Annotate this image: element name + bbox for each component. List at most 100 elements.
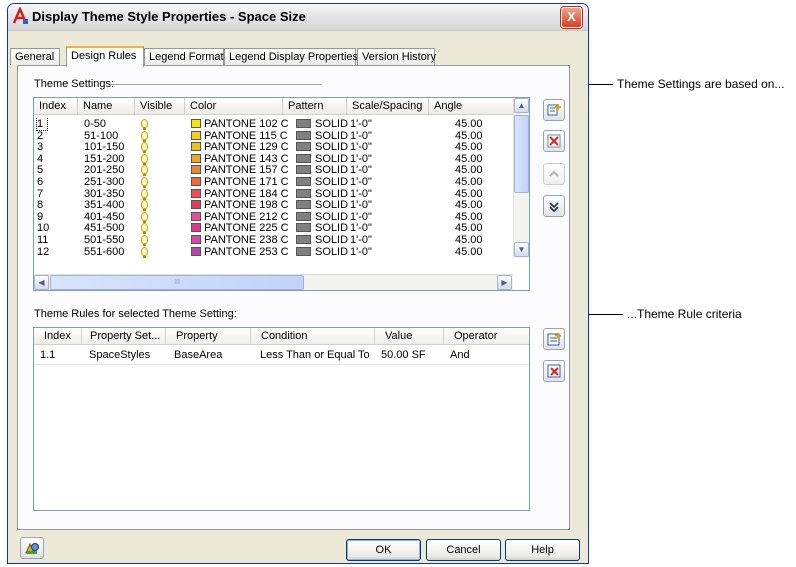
theme-rules-divider [226,314,234,315]
theme-setting-row[interactable]: 10 451-500 PANTONE 225 C SOLID 1'-0" 45.00 [34,222,515,235]
theme-rules-label: Theme Rules for selected Theme Setting: [34,308,237,320]
scroll-down-arrow[interactable]: ▼ [514,242,529,257]
color-swatch [191,200,201,210]
add-theme-setting-button[interactable] [543,99,565,121]
title-bar[interactable]: Display Theme Style Properties - Space S… [8,4,588,31]
theme-setting-row[interactable]: 9 401-450 PANTONE 212 C SOLID 1'-0" 45.00 [34,211,515,223]
column-header-color[interactable]: Color [185,98,283,115]
column-header-value[interactable]: Value [375,328,444,345]
visible-bulb-icon [141,142,148,154]
theme-setting-row[interactable]: 8 351-400 PANTONE 198 C SOLID 1'-0" 45.00 [34,199,515,212]
row-scale: 1'-0" [350,176,372,188]
theme-setting-row[interactable]: 6 251-300 PANTONE 171 C SOLID 1'-0" 45.00 [34,176,515,188]
row-color-name: PANTONE 171 C [204,176,289,188]
hscroll-thumb[interactable]: III [50,275,304,290]
color-swatch [191,153,201,163]
theme-setting-row[interactable]: 7 301-350 PANTONE 184 C SOLID 1'-0" 45.00 [34,188,515,200]
row-index: 1 [35,118,49,131]
row-pattern: SOLID [315,152,349,165]
row-scale: 1'-0" [350,187,372,200]
column-header-property[interactable]: Property [166,328,251,345]
move-up-button[interactable] [543,163,565,185]
theme-setting-row[interactable]: 12 551-600 PANTONE 253 C SOLID 1'-0" 45.00 [34,246,515,258]
delete-icon [547,134,561,148]
theme-settings-callout: Theme Settings are based on... [617,77,785,91]
scroll-right-arrow[interactable]: ▶ [497,275,512,290]
tab-version-history[interactable]: Version History [357,48,436,65]
row-pattern: SOLID [315,199,349,212]
theme-setting-row[interactable]: 2 51-100 PANTONE 115 C SOLID 1'-0" 45.00 [34,130,515,142]
scroll-left-arrow[interactable]: ◀ [34,275,49,290]
tab-legend-format[interactable]: Legend Format [144,48,224,65]
column-header-pattern[interactable]: Pattern [283,98,347,115]
style-manager-icon [25,542,39,554]
tab-general[interactable]: General [10,48,60,65]
row-name: 201-250 [84,164,125,177]
delete-theme-setting-button[interactable] [543,130,565,152]
row-scale: 1'-0" [350,245,372,258]
tab-design-rules[interactable]: Design Rules [66,46,144,67]
ok-button[interactable]: OK [346,539,421,561]
rule-operator: And [450,349,470,361]
column-header-property-set[interactable]: Property Set... [82,328,166,345]
scroll-up-arrow[interactable]: ▲ [514,98,529,113]
theme-rule-row[interactable]: 1.1 SpaceStyles BaseArea Less Than or Eq… [34,349,529,363]
pattern-swatch [296,246,311,256]
tab-legend-display-properties[interactable]: Legend Display Properties [224,48,358,65]
delete-theme-rule-button[interactable] [543,360,565,382]
theme-setting-row[interactable]: 3 101-150 PANTONE 129 C SOLID 1'-0" 45.00 [34,141,515,154]
visible-bulb-icon [141,130,148,142]
rule-value: 50.00 SF [381,349,426,361]
rule-index: 1.1 [40,349,56,361]
visible-bulb-icon [141,200,148,212]
column-header-visible[interactable]: Visible [135,98,185,115]
row-scale: 1'-0" [350,118,372,130]
theme-setting-row[interactable]: 4 151-200 PANTONE 143 C SOLID 1'-0" 45.00 [34,153,515,165]
pattern-swatch [296,211,311,221]
row-angle: 45.00 [455,187,483,200]
column-header-angle[interactable]: Angle [429,98,515,115]
scroll-thumb[interactable] [514,115,529,193]
rule-property: BaseArea [174,349,223,361]
column-header-condition[interactable]: Condition [251,328,375,345]
column-header-rule-index[interactable]: Index [34,328,82,345]
row-angle: 45.00 [455,210,483,223]
theme-setting-row[interactable]: 1 0-50 PANTONE 102 C SOLID 1'-0" 45.00 [34,118,515,131]
column-header-scale-spacing[interactable]: Scale/Spacing [347,98,429,115]
row-color-name: PANTONE 238 C [204,234,289,246]
style-manager-button[interactable] [20,537,44,559]
theme-settings-list[interactable]: Index Name Visible Color Pattern Scale/S… [33,97,530,291]
column-header-operator[interactable]: Operator [444,328,529,345]
row-angle: 45.00 [455,245,483,258]
theme-setting-row[interactable]: 5 201-250 PANTONE 157 C SOLID 1'-0" 45.00 [34,164,515,177]
row-pattern: SOLID [315,234,349,246]
theme-setting-row[interactable]: 11 501-550 PANTONE 238 C SOLID 1'-0" 45.00 [34,234,515,246]
pattern-swatch [296,130,311,140]
theme-rule-callout: ...Theme Rule criteria [627,307,742,321]
column-header-index[interactable]: Index [34,98,78,115]
color-swatch [191,211,201,221]
column-header-name[interactable]: Name [78,98,135,115]
row-name: 351-400 [84,199,125,212]
color-swatch [191,142,201,152]
row-color-name: PANTONE 253 C [204,245,289,258]
theme-rules-list[interactable]: Index Property Set... Property Condition… [33,327,530,511]
row-index: 4 [37,152,44,165]
cancel-button[interactable]: Cancel [426,539,501,561]
row-angle: 45.00 [455,118,483,130]
theme-settings-hscroll[interactable]: ◀ III ▶ [34,274,513,290]
row-color-name: PANTONE 157 C [204,164,289,177]
color-swatch [191,119,201,128]
close-button[interactable]: X [561,7,582,28]
move-down-button[interactable] [543,195,565,217]
theme-settings-vscroll[interactable]: ▲ ▼ [513,98,529,258]
row-color-name: PANTONE 102 C [204,118,289,130]
row-index: 5 [37,164,44,177]
row-color-name: PANTONE 129 C [204,141,289,154]
row-color-name: PANTONE 198 C [204,199,289,212]
row-angle: 45.00 [455,164,483,177]
add-theme-rule-button[interactable] [543,328,565,350]
help-button[interactable]: Help [505,539,580,561]
row-index: 10 [37,222,50,235]
row-name: 51-100 [84,129,119,142]
